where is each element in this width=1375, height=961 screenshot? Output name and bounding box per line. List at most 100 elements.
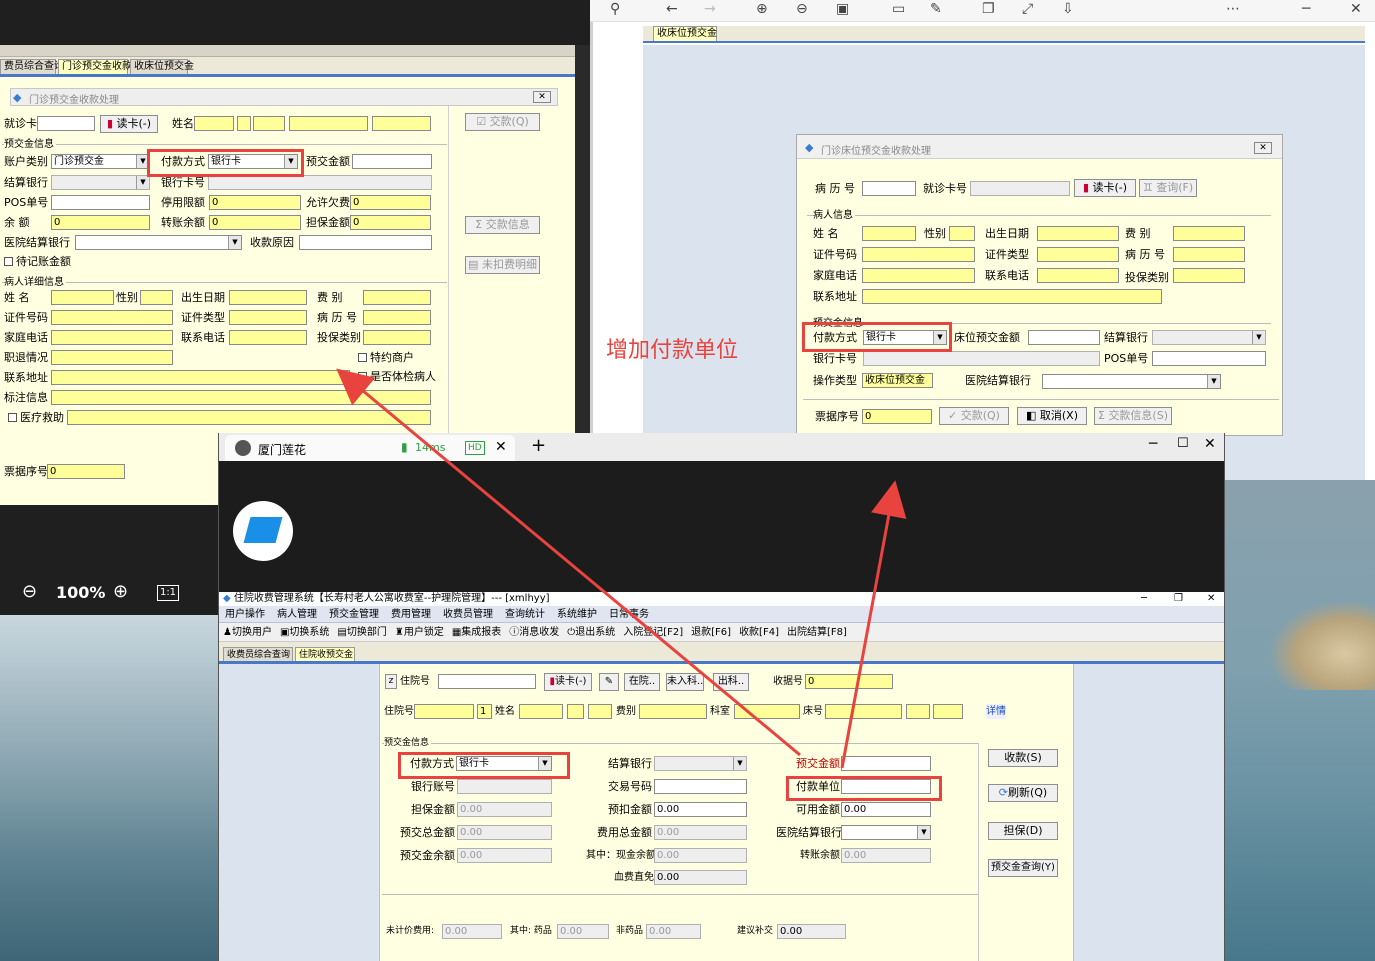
remark-field[interactable] bbox=[51, 390, 431, 405]
tab-outpatient-prepay[interactable]: 门诊预交金收款 bbox=[58, 59, 132, 74]
prepay-amount-field[interactable] bbox=[841, 756, 931, 771]
search-icon[interactable]: z bbox=[385, 674, 397, 689]
maximize-icon[interactable]: ☐ bbox=[1177, 436, 1189, 451]
fee-type-field[interactable] bbox=[639, 704, 707, 719]
bed-prepay-amount-field[interactable] bbox=[1028, 330, 1100, 345]
messages-button[interactable]: ⓘ消息收发 bbox=[509, 623, 559, 642]
name-field-2[interactable] bbox=[567, 704, 584, 719]
txn-no-field[interactable] bbox=[654, 779, 747, 794]
close-icon[interactable]: ✕ bbox=[1207, 592, 1215, 606]
bed-no-field[interactable] bbox=[825, 704, 902, 719]
id-type-field[interactable] bbox=[1037, 247, 1119, 262]
balance-field[interactable]: 0 bbox=[51, 215, 150, 230]
switch-system-button[interactable]: ▣切换系统 bbox=[280, 623, 329, 642]
receipt-no-field[interactable]: 0 bbox=[862, 409, 932, 424]
menu-user-ops[interactable]: 用户操作 bbox=[225, 606, 265, 623]
menu-daily[interactable]: 日常事务 bbox=[609, 606, 649, 623]
more-icon[interactable]: ⋯ bbox=[1226, 1, 1240, 17]
menu-stats[interactable]: 查询统计 bbox=[505, 606, 545, 623]
inpatient-no-field[interactable] bbox=[438, 674, 536, 689]
name-field-4[interactable] bbox=[289, 116, 368, 131]
transfer-balance-field[interactable]: 0 bbox=[209, 215, 301, 230]
refund-button[interactable]: 退款[F6] bbox=[691, 623, 731, 642]
read-card-button[interactable]: ▮读卡(-) bbox=[544, 673, 592, 691]
transfer-balance-field[interactable]: 0.00 bbox=[841, 848, 931, 863]
birth-field[interactable] bbox=[1037, 226, 1119, 241]
home-phone-field[interactable] bbox=[862, 268, 975, 283]
id-no-field[interactable] bbox=[51, 310, 173, 325]
hospital-bank-select[interactable]: ▼ bbox=[1042, 374, 1221, 389]
bank-card-field[interactable] bbox=[208, 175, 432, 190]
admission-button[interactable]: 入院登记[F2] bbox=[623, 623, 683, 642]
inpatient-no2-field[interactable] bbox=[414, 704, 474, 719]
exit-button[interactable]: ⏻退出系统 bbox=[567, 623, 615, 642]
insurance-type-field[interactable] bbox=[1173, 268, 1245, 283]
id-no-field[interactable] bbox=[862, 247, 975, 262]
contact-phone-field[interactable] bbox=[1037, 268, 1119, 283]
surname-field[interactable] bbox=[51, 290, 114, 305]
bank-account-field[interactable] bbox=[457, 779, 552, 794]
insurance-type-field[interactable] bbox=[363, 330, 431, 345]
cancel-button[interactable]: ◧ 取消(X) bbox=[1017, 407, 1087, 425]
fee-type-field[interactable] bbox=[363, 290, 431, 305]
available-field[interactable]: 0.00 bbox=[841, 802, 931, 817]
is-checkup-checkbox[interactable]: 是否体检病人 bbox=[358, 369, 436, 384]
tab-bed-prepay[interactable]: 收床位预交金 bbox=[130, 59, 194, 74]
close-icon[interactable]: ✕ bbox=[1204, 436, 1216, 452]
close-icon[interactable]: ✕ bbox=[1254, 142, 1272, 154]
contact-phone-field[interactable] bbox=[229, 330, 307, 345]
crop-icon[interactable]: ▭ bbox=[892, 1, 905, 17]
menu-fee[interactable]: 费用管理 bbox=[391, 606, 431, 623]
record-no-field[interactable] bbox=[862, 181, 916, 196]
seq-field[interactable]: 1 bbox=[477, 704, 492, 719]
medical-aid-field[interactable] bbox=[67, 410, 431, 425]
record-no-field[interactable] bbox=[363, 310, 431, 325]
name-field-3[interactable] bbox=[588, 704, 612, 719]
guarantee-amount-field[interactable]: 0 bbox=[350, 215, 431, 230]
prepay-balance-field[interactable]: 0.00 bbox=[457, 848, 552, 863]
switch-user-button[interactable]: ♟切换用户 bbox=[223, 623, 272, 642]
suggest-field[interactable]: 0.00 bbox=[777, 924, 846, 939]
prepay-amount-field[interactable] bbox=[352, 154, 432, 169]
settle-bank-select[interactable]: ▼ bbox=[1152, 330, 1266, 345]
drugs-field[interactable]: 0.00 bbox=[557, 924, 609, 939]
zoom-in-icon[interactable]: ⊕ bbox=[113, 581, 135, 603]
close-icon[interactable]: ✕ bbox=[1350, 1, 1362, 17]
pos-no-field[interactable] bbox=[51, 195, 150, 210]
edit-icon[interactable]: ✎ bbox=[930, 1, 942, 17]
hospital-bank-select[interactable]: ▼ bbox=[841, 825, 931, 840]
bed-no-field-2[interactable] bbox=[906, 704, 930, 719]
record-no2-field[interactable] bbox=[1173, 247, 1245, 262]
gender-field[interactable] bbox=[140, 290, 173, 305]
zoom-out-icon[interactable]: ⊖ bbox=[22, 581, 44, 603]
occupation-field[interactable] bbox=[51, 350, 173, 365]
medical-aid-checkbox[interactable]: 医疗救助 bbox=[8, 410, 64, 425]
pos-no-field[interactable] bbox=[1152, 351, 1266, 366]
out-button[interactable]: 出科.. bbox=[713, 673, 749, 691]
dept-field[interactable] bbox=[734, 704, 800, 719]
close-icon[interactable]: ✕ bbox=[533, 91, 551, 103]
receipt-no-field[interactable]: 0 bbox=[805, 674, 893, 689]
collect-button[interactable]: 收款[F4] bbox=[739, 623, 779, 642]
menu-cashier[interactable]: 收费员管理 bbox=[443, 606, 493, 623]
tab-fee-query[interactable]: 费员综合查询 bbox=[0, 59, 64, 74]
home-phone-field[interactable] bbox=[51, 330, 173, 345]
tab-inpatient-prepay[interactable]: 住院收预交金 bbox=[295, 647, 355, 661]
collect-button[interactable]: 收款(S) bbox=[988, 749, 1058, 767]
prepay-total-field[interactable]: 0.00 bbox=[457, 825, 552, 840]
pay-button[interactable]: ☑ 交款(Q) bbox=[465, 113, 540, 131]
unbilled-field[interactable]: 0.00 bbox=[442, 924, 502, 939]
menu-system[interactable]: 系统维护 bbox=[557, 606, 597, 623]
name-field-3[interactable] bbox=[253, 116, 285, 131]
stop-limit-field[interactable]: 0 bbox=[209, 195, 301, 210]
menu-patient[interactable]: 病人管理 bbox=[277, 606, 317, 623]
blood-waiver-field[interactable]: 0.00 bbox=[654, 870, 747, 885]
app-logo-icon[interactable] bbox=[233, 501, 293, 561]
expand-icon[interactable]: ⤢ bbox=[1022, 1, 1033, 17]
zoom-out-icon[interactable]: ⊖ bbox=[796, 1, 808, 17]
bank-card-field[interactable] bbox=[863, 351, 1100, 366]
switch-dept-button[interactable]: ▤切换部门 bbox=[337, 623, 386, 642]
name-field[interactable] bbox=[519, 704, 563, 719]
not-in-button[interactable]: 未入科.. bbox=[666, 673, 704, 691]
guarantee-field[interactable]: 0.00 bbox=[457, 802, 552, 817]
